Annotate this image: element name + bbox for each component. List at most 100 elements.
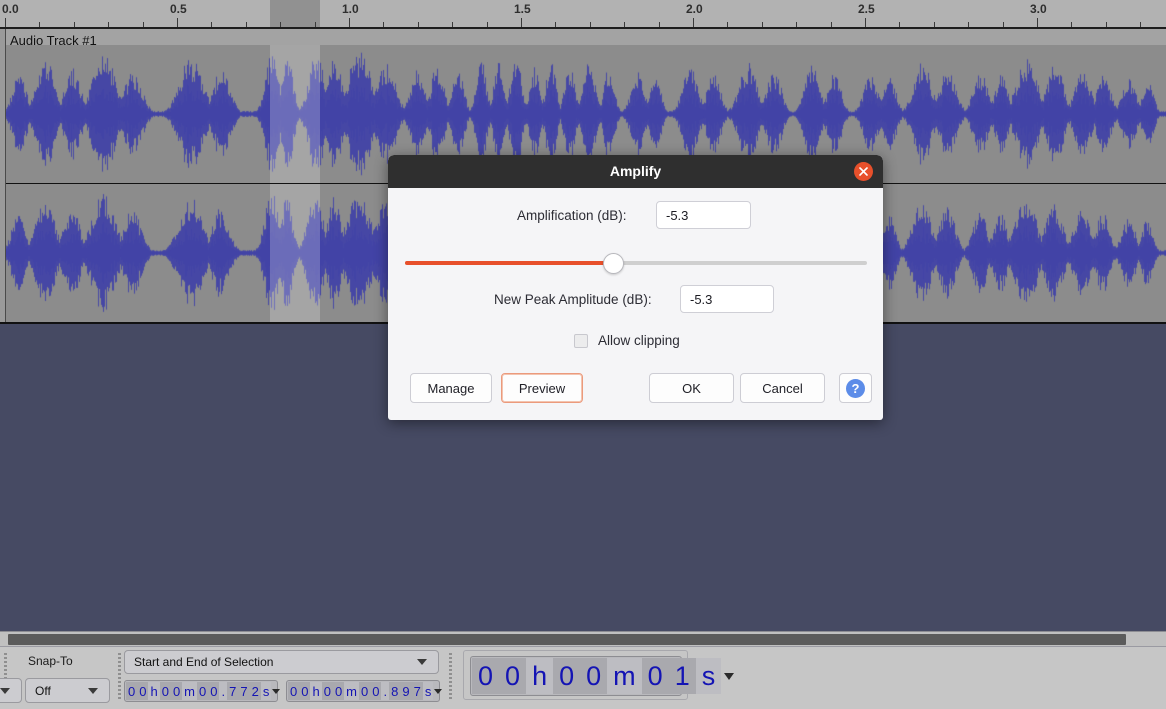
time-digit[interactable]: 0: [499, 658, 526, 694]
ruler-minor-tick: [1071, 22, 1072, 27]
time-digit[interactable]: 0: [288, 682, 299, 700]
timeline-ruler[interactable]: 0.00.51.01.52.02.53.0: [0, 0, 1166, 29]
chevron-down-icon: [0, 688, 10, 694]
time-unit[interactable]: h: [526, 658, 553, 694]
chevron-down-icon[interactable]: [434, 689, 442, 694]
time-digit[interactable]: 1: [669, 658, 696, 694]
time-digit[interactable]: 9: [400, 682, 411, 700]
time-digit[interactable]: 7: [412, 682, 423, 700]
ruler-minor-tick: [762, 22, 763, 27]
ruler-minor-tick: [452, 22, 453, 27]
selection-end-time-field[interactable]: 00h00m00.897s: [286, 680, 440, 702]
time-digit[interactable]: 0: [370, 682, 381, 700]
ruler-label: 2.5: [858, 2, 875, 16]
allow-clipping-checkbox[interactable]: [574, 334, 588, 348]
time-digit[interactable]: 2: [250, 682, 261, 700]
time-digit[interactable]: 0: [197, 682, 208, 700]
ruler-minor-tick: [280, 22, 281, 27]
selection-mode-value: Start and End of Selection: [125, 655, 417, 669]
slider-thumb[interactable]: [603, 253, 624, 274]
ruler-minor-tick: [555, 22, 556, 27]
help-button[interactable]: ?: [839, 373, 872, 403]
time-digit[interactable]: 0: [126, 682, 137, 700]
ruler-minor-tick: [108, 22, 109, 27]
ruler-minor-tick: [1003, 22, 1004, 27]
time-unit[interactable]: m: [607, 658, 642, 694]
dialog-titlebar[interactable]: Amplify: [388, 155, 883, 188]
track-title: Audio Track #1: [10, 33, 97, 48]
time-digit[interactable]: 0: [299, 682, 310, 700]
dialog-title: Amplify: [388, 163, 883, 179]
close-icon[interactable]: [854, 162, 873, 181]
time-digit[interactable]: 0: [333, 682, 344, 700]
time-digit[interactable]: 0: [171, 682, 182, 700]
new-peak-amplitude-input[interactable]: [680, 285, 774, 313]
time-digit[interactable]: 0: [137, 682, 148, 700]
horizontal-scrollbar-thumb[interactable]: [8, 634, 1126, 645]
chevron-down-icon: [88, 688, 98, 694]
time-unit[interactable]: h: [148, 682, 159, 700]
time-unit[interactable]: s: [696, 658, 722, 694]
time-digit[interactable]: 0: [472, 658, 499, 694]
snap-to-dropdown[interactable]: Off: [25, 678, 110, 703]
slider-fill: [405, 261, 613, 265]
ruler-minor-tick: [934, 22, 935, 27]
horizontal-scrollbar[interactable]: [0, 631, 1166, 647]
ruler-minor-tick: [39, 22, 40, 27]
ruler-minor-tick: [315, 22, 316, 27]
ruler-minor-tick: [590, 22, 591, 27]
time-digit[interactable]: 0: [580, 658, 607, 694]
toolbar-grip-mid[interactable]: [116, 651, 123, 705]
selection-start-time-field[interactable]: 00h00m00.772s: [124, 680, 278, 702]
allow-clipping-row: Allow clipping: [574, 333, 680, 348]
time-unit[interactable]: .: [381, 682, 389, 700]
ruler-minor-tick: [727, 22, 728, 27]
ok-button[interactable]: OK: [649, 373, 734, 403]
toolbar-grip-right[interactable]: [447, 651, 454, 705]
ruler-minor-tick: [659, 22, 660, 27]
ruler-minor-tick: [1106, 22, 1107, 27]
amplify-dialog: Amplify Amplification (dB): New Peak Amp…: [388, 155, 883, 420]
time-digit[interactable]: 0: [322, 682, 333, 700]
time-digit[interactable]: 0: [642, 658, 669, 694]
ruler-label: 2.0: [686, 2, 703, 16]
time-unit[interactable]: .: [219, 682, 227, 700]
ruler-major-tick: [865, 18, 866, 27]
selection-mode-dropdown[interactable]: Start and End of Selection: [124, 650, 439, 674]
time-unit[interactable]: m: [182, 682, 197, 700]
time-digit[interactable]: 0: [208, 682, 219, 700]
ruler-minor-tick: [831, 22, 832, 27]
cancel-button[interactable]: Cancel: [740, 373, 825, 403]
ruler-label: 3.0: [1030, 2, 1047, 16]
ruler-selection-band: [270, 0, 320, 27]
ruler-minor-tick: [796, 22, 797, 27]
track-control-panel[interactable]: [0, 29, 6, 324]
audio-host-dropdown-partial[interactable]: [0, 678, 22, 703]
time-digit[interactable]: 0: [359, 682, 370, 700]
time-digit[interactable]: 7: [238, 682, 249, 700]
ruler-minor-tick: [624, 22, 625, 27]
time-unit[interactable]: m: [344, 682, 359, 700]
time-unit[interactable]: s: [261, 682, 272, 700]
ruler-minor-tick: [968, 22, 969, 27]
time-digit[interactable]: 0: [553, 658, 580, 694]
ruler-minor-tick: [246, 22, 247, 27]
time-digit[interactable]: 7: [227, 682, 238, 700]
preview-button[interactable]: Preview: [501, 373, 583, 403]
ruler-major-tick: [1037, 18, 1038, 27]
ruler-major-tick: [693, 18, 694, 27]
ruler-label: 0.0: [2, 2, 19, 16]
ruler-minor-tick: [383, 22, 384, 27]
audio-position-time-field[interactable]: 00h00m01s: [470, 656, 682, 696]
amplification-input[interactable]: [656, 201, 751, 229]
amplification-label: Amplification (dB):: [517, 208, 627, 223]
ruler-minor-tick: [418, 22, 419, 27]
chevron-down-icon[interactable]: [724, 673, 734, 680]
time-unit[interactable]: h: [310, 682, 321, 700]
amplification-slider[interactable]: [405, 253, 867, 273]
chevron-down-icon[interactable]: [272, 689, 280, 694]
time-digit[interactable]: 8: [389, 682, 400, 700]
manage-button[interactable]: Manage: [410, 373, 492, 403]
time-digit[interactable]: 0: [160, 682, 171, 700]
time-unit[interactable]: s: [423, 682, 434, 700]
